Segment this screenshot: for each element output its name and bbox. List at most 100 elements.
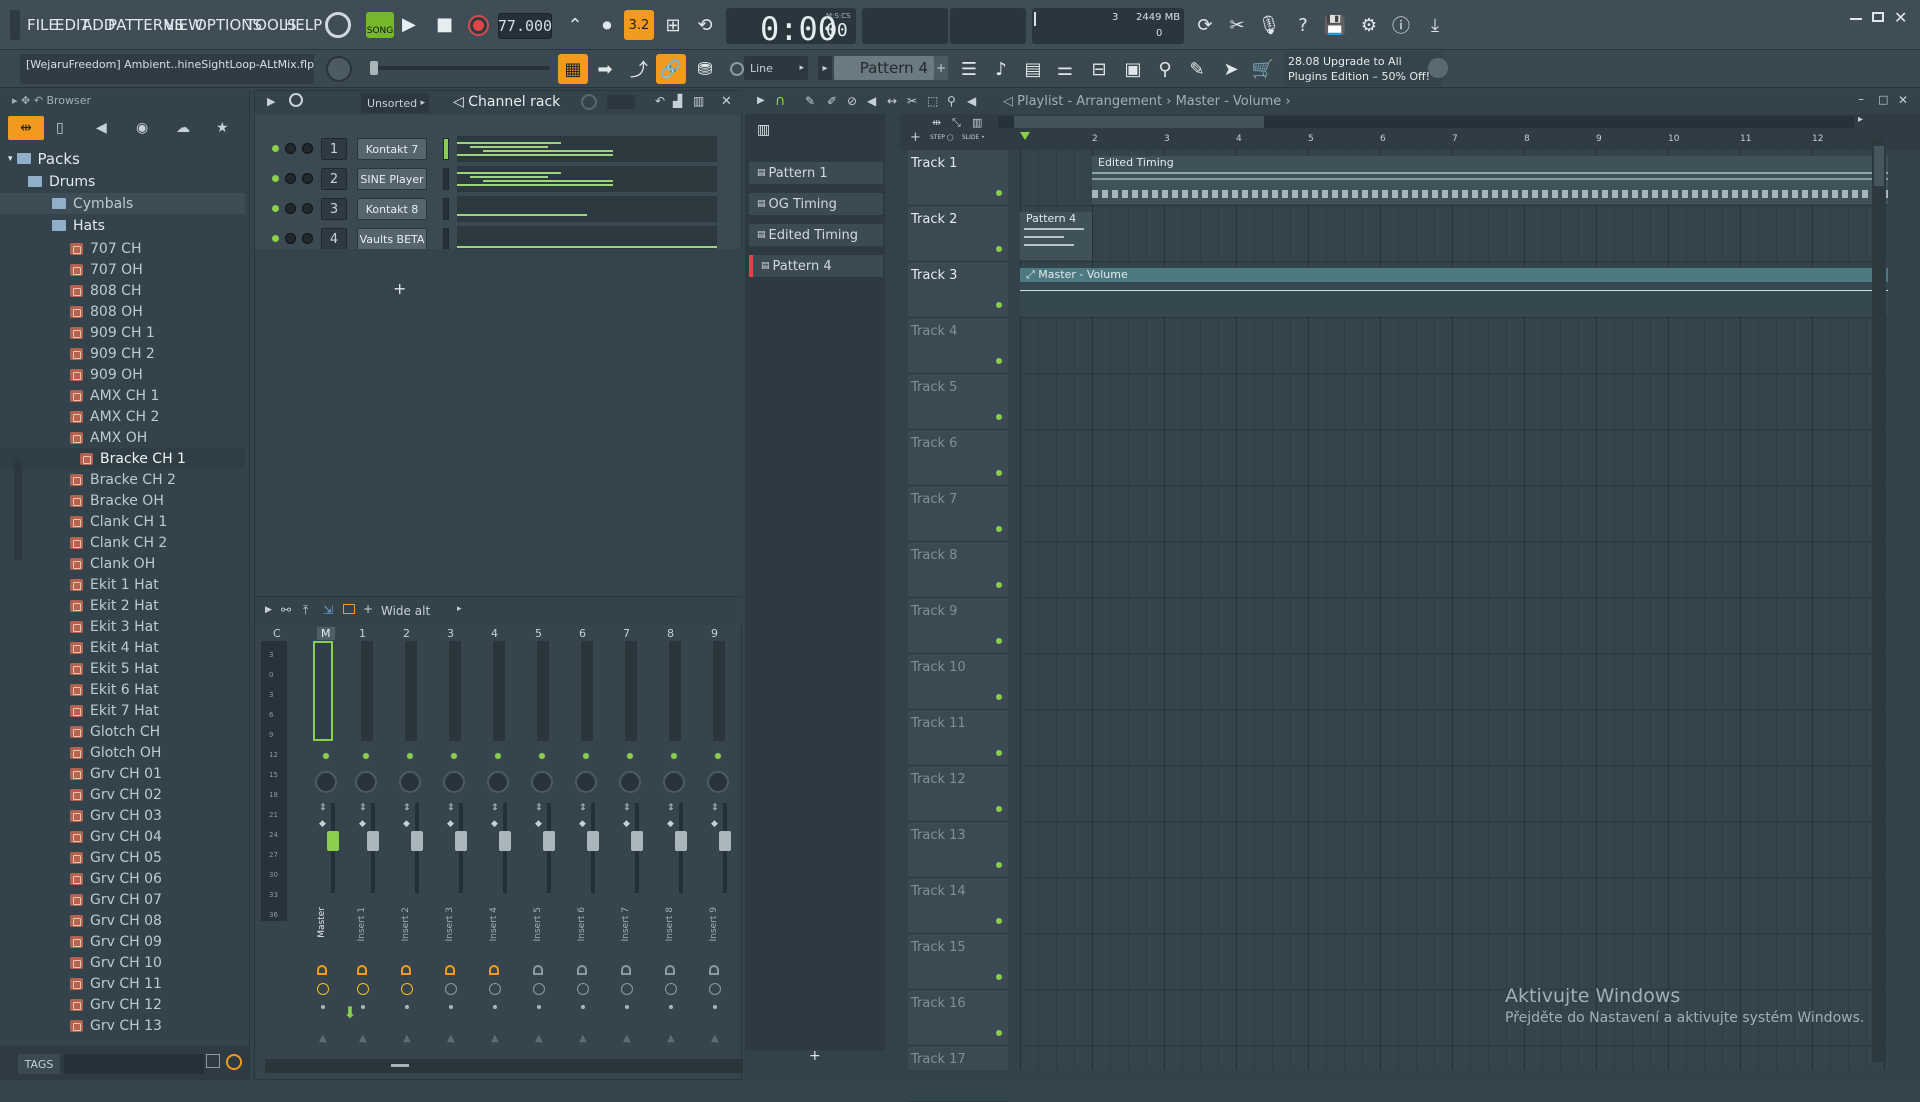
song-mode-toggle[interactable]: SONG — [366, 12, 394, 38]
clip-pattern-4[interactable]: Pattern 4 — [1020, 212, 1092, 260]
strip-arm-dot[interactable] — [361, 1005, 365, 1009]
browser-item[interactable]: Bracke CH 1 — [0, 448, 245, 469]
channel-volume-knob[interactable] — [302, 203, 313, 214]
select-tool-icon[interactable]: ⬚ — [927, 94, 938, 108]
mixer-strip[interactable]: ⇕ ◆ Insert 4 ▲ — [483, 637, 523, 1055]
scroll-right-icon[interactable]: ▸ — [1858, 114, 1863, 125]
track-header[interactable]: Track 15 — [908, 934, 1008, 990]
stereo-separation-icon[interactable]: ⇕ — [623, 803, 631, 813]
add-pattern-icon[interactable]: + — [934, 56, 948, 80]
channel-volume-knob[interactable] — [302, 233, 313, 244]
channel-name-button[interactable]: Vaults BETA — [357, 228, 427, 250]
strip-route-icon[interactable] — [445, 965, 455, 975]
track-enable-led[interactable] — [994, 300, 1004, 310]
strip-route-icon[interactable] — [621, 965, 631, 975]
channel-mute-led[interactable] — [272, 145, 279, 152]
folder-icon[interactable] — [206, 1054, 220, 1068]
browser-cloud-tab-icon[interactable]: ☁ — [176, 120, 190, 136]
strip-send-arrow-icon[interactable]: ▲ — [319, 1033, 327, 1044]
strip-fader-handle[interactable] — [455, 831, 467, 851]
add-pattern-button[interactable]: + — [809, 1048, 821, 1064]
graph-editor-icon[interactable]: ▟ — [673, 94, 682, 108]
track-header[interactable]: Track 4 — [908, 318, 1008, 374]
strip-pan-knob[interactable] — [663, 771, 685, 793]
strip-fader-handle[interactable] — [499, 831, 511, 851]
browser-scroll-handle[interactable] — [14, 460, 22, 560]
delete-tool-icon[interactable]: ⊘ — [847, 94, 857, 108]
countdown-toggle[interactable]: 3.2 — [624, 10, 654, 40]
browser-item[interactable]: Ekit 5 Hat — [0, 658, 245, 679]
draw-tool-icon[interactable]: ✎ — [805, 94, 815, 108]
channel-row[interactable]: 1 Kontakt 7 — [255, 135, 743, 163]
browser-item[interactable]: Ekit 2 Hat — [0, 595, 245, 616]
strip-mute-led[interactable] — [493, 751, 503, 761]
help-icon[interactable]: ? — [1288, 10, 1318, 40]
strip-arm-dot[interactable] — [405, 1005, 409, 1009]
mute-tool-icon[interactable]: ◀ — [867, 94, 876, 108]
maximize-icon[interactable] — [1872, 12, 1884, 22]
mixer-strip[interactable]: ⇕ ◆ Master ▲ — [311, 637, 351, 1055]
channel-rack-menu-icon[interactable]: ▶ — [267, 95, 275, 108]
download-icon[interactable]: ⤓ — [1420, 10, 1450, 40]
stereo-separation-icon[interactable]: ⇕ — [667, 803, 675, 813]
strip-fader-handle[interactable] — [719, 831, 731, 851]
strip-pan-knob[interactable] — [707, 771, 729, 793]
browser-speaker-tab-icon[interactable]: ◀ — [96, 120, 107, 136]
browser-item[interactable]: 808 OH — [0, 301, 245, 322]
mixer-strip[interactable]: ⇕ ◆ Insert 5 ▲ — [527, 637, 567, 1055]
browser-item[interactable]: AMX CH 2 — [0, 406, 245, 427]
browser-item[interactable]: Grv CH 05 — [0, 847, 245, 868]
browser-item[interactable]: Grv CH 10 — [0, 952, 245, 973]
strip-mute-led[interactable] — [713, 751, 723, 761]
strip-mute-led[interactable] — [361, 751, 371, 761]
browser-project-tab-icon[interactable]: ▯ — [56, 120, 64, 136]
touch-keyboard-icon[interactable]: ✎ — [1182, 54, 1212, 84]
upgrade-promo[interactable]: 28.08 Upgrade to All Plugins Edition – 5… — [1284, 52, 1442, 86]
strip-arm-dot[interactable] — [321, 1005, 325, 1009]
strip-arm-dot[interactable] — [581, 1005, 585, 1009]
channel-piano-roll-preview[interactable] — [457, 136, 717, 162]
add-channel-button[interactable]: + — [393, 279, 406, 298]
strip-fader-handle[interactable] — [675, 831, 687, 851]
swap-channels-icon[interactable]: ◆ — [711, 819, 718, 829]
channel-mute-led[interactable] — [272, 175, 279, 182]
browser-item[interactable]: Grv CH 04 — [0, 826, 245, 847]
browser-item[interactable]: Grv CH 08 — [0, 910, 245, 931]
strip-pan-knob[interactable] — [619, 771, 641, 793]
channel-volume-knob[interactable] — [302, 173, 313, 184]
strip-fx-icon[interactable] — [665, 983, 677, 995]
main-volume-knob[interactable] — [325, 12, 351, 38]
swap-channels-icon[interactable]: ◆ — [491, 819, 498, 829]
strip-fader-handle[interactable] — [543, 831, 555, 851]
add-track-icon[interactable]: + — [910, 130, 921, 145]
master-route-arrow-icon[interactable]: ⬇ — [339, 1003, 361, 1025]
record-icon[interactable] — [468, 15, 489, 36]
strip-fx-icon[interactable] — [621, 983, 633, 995]
channel-pan-knob[interactable] — [285, 203, 296, 214]
strip-route-icon[interactable] — [357, 965, 367, 975]
stereo-separation-icon[interactable]: ⇕ — [447, 803, 455, 813]
browser-item[interactable]: Glotch OH — [0, 742, 245, 763]
piano-roll-icon[interactable]: ♪ — [986, 54, 1016, 84]
pattern-list-item[interactable]: ▤ Pattern 1 — [749, 162, 883, 184]
track-enable-led[interactable] — [994, 580, 1004, 590]
channel-rack-slider[interactable] — [607, 95, 635, 109]
strip-mute-led[interactable] — [669, 751, 679, 761]
channel-select-indicator[interactable] — [443, 198, 449, 220]
playlist-snap-icon[interactable]: ∩ — [775, 93, 785, 109]
strip-pan-knob[interactable] — [443, 771, 465, 793]
stereo-separation-icon[interactable]: ⇕ — [711, 803, 719, 813]
channel-piano-roll-preview[interactable] — [457, 166, 717, 192]
playhead-marker[interactable] — [1020, 132, 1030, 140]
browser-item[interactable]: 808 CH — [0, 280, 245, 301]
strip-send-arrow-icon[interactable]: ▲ — [491, 1033, 499, 1044]
playlist-vertical-scrollbar[interactable] — [1872, 138, 1886, 1062]
strip-mute-led[interactable] — [581, 751, 591, 761]
strip-send-arrow-icon[interactable]: ▲ — [579, 1033, 587, 1044]
channel-mute-led[interactable] — [272, 235, 279, 242]
link-icon[interactable]: 🔗 — [656, 54, 686, 84]
slide-toggle[interactable]: SLIDE • — [962, 134, 985, 141]
pitch-knob[interactable] — [326, 56, 352, 82]
strip-fx-icon[interactable] — [401, 983, 413, 995]
channel-name-button[interactable]: Kontakt 8 — [357, 198, 427, 220]
